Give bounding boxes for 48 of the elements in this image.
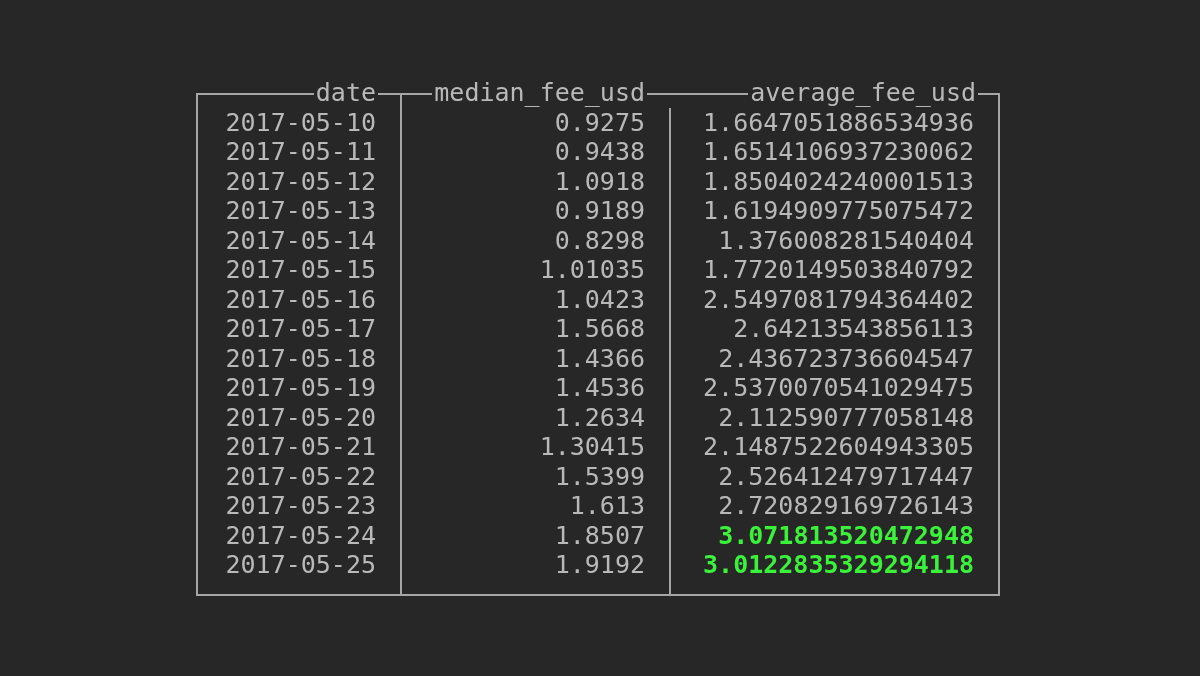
table-cell: 2017-05-20 <box>196 402 400 432</box>
table-cell: 2.112590777058148 <box>669 402 1000 432</box>
table-cell: 1.376008281540404 <box>669 225 1000 255</box>
table-cell: 1.8507 <box>400 520 669 550</box>
table-cell: 2.64213543856113 <box>669 314 1000 344</box>
table-cell: 2.5370070541029475 <box>669 373 1000 403</box>
table-cell: 2017-05-16 <box>196 284 400 314</box>
table-cell: 2017-05-14 <box>196 225 400 255</box>
table-cell: 0.9438 <box>400 137 669 167</box>
table-cell: 1.30415 <box>400 432 669 462</box>
table-cell: 1.6514106937230062 <box>669 137 1000 167</box>
table-cell: 2.526412479717447 <box>669 461 1000 491</box>
table-cell: 1.5399 <box>400 461 669 491</box>
table-cell: 1.2634 <box>400 402 669 432</box>
table-cell: 2.1487522604943305 <box>669 432 1000 462</box>
table-cell: 2017-05-24 <box>196 520 400 550</box>
table-cell: 1.4366 <box>400 343 669 373</box>
table-cell: 1.6194909775075472 <box>669 196 1000 226</box>
table-cell: 3.071813520472948 <box>669 520 1000 550</box>
table-cell: 1.9192 <box>400 550 669 596</box>
table-cell: 2017-05-22 <box>196 461 400 491</box>
table-cell: 2017-05-10 <box>196 107 400 137</box>
table-cell: 1.5668 <box>400 314 669 344</box>
table-cell: 2017-05-18 <box>196 343 400 373</box>
table-cell: 0.9275 <box>400 107 669 137</box>
table-cell: 1.01035 <box>400 255 669 285</box>
table-cell: 1.7720149503840792 <box>669 255 1000 285</box>
table-cell: 2017-05-23 <box>196 491 400 521</box>
table-cell: 2017-05-15 <box>196 255 400 285</box>
table-cell: 1.4536 <box>400 373 669 403</box>
table-cell: 2017-05-11 <box>196 137 400 167</box>
table-cell: 2.5497081794364402 <box>669 284 1000 314</box>
table-cell: 2017-05-25 <box>196 550 400 596</box>
table-cell: 1.6647051886534936 <box>669 107 1000 137</box>
table-cell: 1.0918 <box>400 166 669 196</box>
table-cell: 0.9189 <box>400 196 669 226</box>
table-cell: 1.8504024240001513 <box>669 166 1000 196</box>
table-cell: 2017-05-19 <box>196 373 400 403</box>
table-cell: 2017-05-12 <box>196 166 400 196</box>
table-cell: 2017-05-21 <box>196 432 400 462</box>
table-cell: 0.8298 <box>400 225 669 255</box>
table-cell: 1.613 <box>400 491 669 521</box>
table-cell: 2017-05-17 <box>196 314 400 344</box>
table-cell: 2.436723736604547 <box>669 343 1000 373</box>
table-cell: 2017-05-13 <box>196 196 400 226</box>
table-cell: 3.0122835329294118 <box>669 550 1000 596</box>
table-cell: 1.0423 <box>400 284 669 314</box>
table-cell: 2.720829169726143 <box>669 491 1000 521</box>
